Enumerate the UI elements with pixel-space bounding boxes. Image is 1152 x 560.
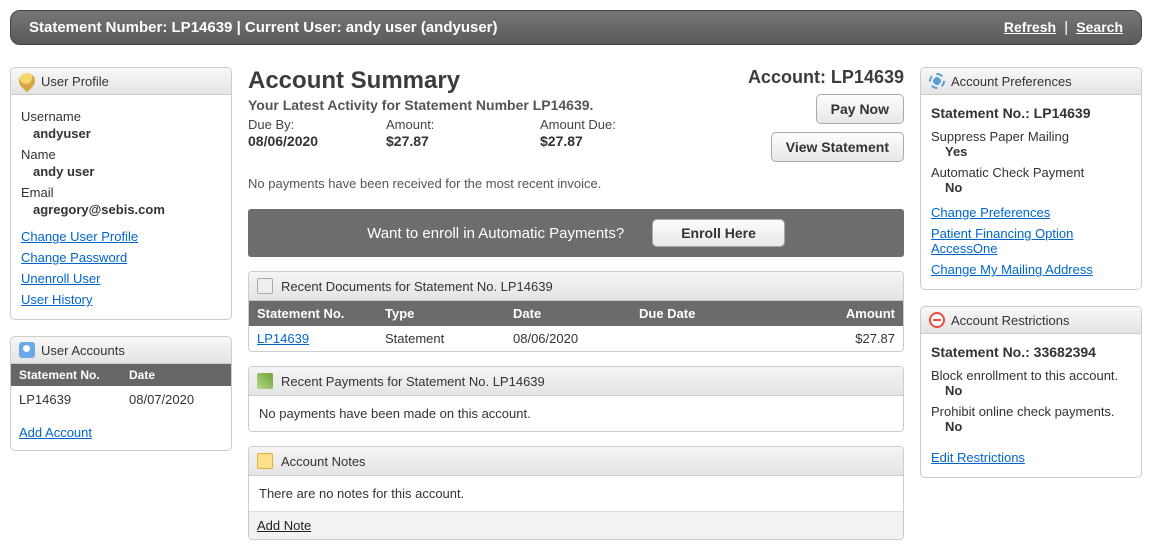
col-date: Date [121,364,231,386]
top-bar-separator: | [1064,19,1068,36]
doc-amount: $27.87 [777,326,903,351]
recent-documents-columns: Statement No. Type Date Due Date Amount [249,301,903,326]
col-statement-no: Statement No. [11,364,121,386]
summary-subtitle: Your Latest Activity for Statement Numbe… [248,97,748,113]
doc-due [631,326,777,351]
recent-payments-panel: Recent Payments for Statement No. LP1463… [248,366,904,432]
no-payments-message: No payments have been received for the m… [248,176,904,191]
patient-financing-link[interactable]: Patient Financing Option AccessOne [931,226,1131,256]
account-preferences-panel: Account Preferences Statement No.: LP146… [920,67,1142,290]
account-restrictions-header: Account Restrictions [921,307,1141,334]
suppress-label: Suppress Paper Mailing [931,129,1131,144]
table-row: LP14639 Statement 08/06/2020 $27.87 [249,326,903,351]
col-stmt-no: Statement No. [249,301,377,326]
pay-now-button[interactable]: Pay Now [816,94,904,124]
top-bar-title: Statement Number: LP14639 | Current User… [29,19,498,36]
recent-documents-panel: Recent Documents for Statement No. LP146… [248,271,904,352]
col-amount: Amount [777,301,903,326]
enroll-bar: Want to enroll in Automatic Payments? En… [248,209,904,257]
amount-value: $27.87 [386,133,540,149]
amount-due-label: Amount Due: [540,117,748,132]
view-statement-button[interactable]: View Statement [771,132,904,162]
money-icon [257,373,273,389]
recent-documents-header: Recent Documents for Statement No. LP146… [249,272,903,301]
col-doc-date: Date [505,301,631,326]
user-profile-panel: User Profile Username andyuser Name andy… [10,67,232,320]
user-history-link[interactable]: User History [21,292,93,307]
prefs-stmt-no: Statement No.: LP14639 [931,105,1131,121]
recent-payments-title: Recent Payments for Statement No. LP1463… [281,374,545,389]
note-icon [257,453,273,469]
account-preferences-header: Account Preferences [921,68,1141,95]
user-accounts-columns: Statement No. Date [11,364,231,386]
prohibit-check-label: Prohibit online check payments. [931,404,1131,419]
change-preferences-link[interactable]: Change Preferences [931,205,1131,220]
add-note-link[interactable]: Add Note [257,518,311,533]
change-mailing-link[interactable]: Change My Mailing Address [931,262,1131,277]
account-restrictions-title: Account Restrictions [951,313,1070,328]
unenroll-user-link[interactable]: Unenroll User [21,271,100,286]
user-profile-header: User Profile [11,68,231,95]
doc-type: Statement [377,326,505,351]
account-notes-panel: Account Notes There are no notes for thi… [248,446,904,540]
account-notes-header: Account Notes [249,447,903,476]
account-label: Account: LP14639 [748,67,904,88]
account-notes-msg: There are no notes for this account. [249,476,903,511]
enroll-here-button[interactable]: Enroll Here [652,219,785,247]
prohibit-check-value: No [945,419,1131,434]
recent-payments-header: Recent Payments for Statement No. LP1463… [249,367,903,396]
suppress-value: Yes [945,144,1131,159]
add-account-link[interactable]: Add Account [19,425,92,440]
email-value: agregory@sebis.com [33,202,221,217]
recent-documents-title: Recent Documents for Statement No. LP146… [281,279,553,294]
document-icon [257,278,273,294]
search-link[interactable]: Search [1076,19,1123,35]
name-value: andy user [33,164,221,179]
user-profile-title: User Profile [41,74,109,89]
refresh-link[interactable]: Refresh [1004,19,1056,35]
user-icon [19,342,35,358]
account-notes-title: Account Notes [281,454,366,469]
user-accounts-header: User Accounts [11,337,231,364]
col-type: Type [377,301,505,326]
row-date: 08/07/2020 [121,386,231,413]
user-accounts-row: LP14639 08/07/2020 [11,386,231,413]
user-accounts-panel: User Accounts Statement No. Date LP14639… [10,336,232,451]
col-due-date: Due Date [631,301,777,326]
email-label: Email [21,185,221,200]
amount-label: Amount: [386,117,540,132]
change-user-profile-link[interactable]: Change User Profile [21,229,138,244]
account-restrictions-panel: Account Restrictions Statement No.: 3368… [920,306,1142,478]
name-label: Name [21,147,221,162]
top-bar-links: Refresh | Search [1004,19,1123,36]
change-password-link[interactable]: Change Password [21,250,127,265]
block-icon [929,312,945,328]
recent-payments-msg: No payments have been made on this accou… [249,396,903,431]
restrictions-stmt-no: Statement No.: 33682394 [931,344,1131,360]
row-statement-no: LP14639 [11,386,121,413]
amount-due-value: $27.87 [540,133,748,149]
user-accounts-title: User Accounts [41,343,125,358]
gear-icon [929,73,945,89]
auto-check-value: No [945,180,1131,195]
due-by-value: 08/06/2020 [248,133,386,149]
edit-restrictions-link[interactable]: Edit Restrictions [931,450,1025,465]
doc-date: 08/06/2020 [505,326,631,351]
username-value: andyuser [33,126,221,141]
account-summary-title: Account Summary [248,67,748,95]
due-by-label: Due By: [248,117,386,132]
block-enroll-label: Block enrollment to this account. [931,368,1131,383]
block-enroll-value: No [945,383,1131,398]
account-preferences-title: Account Preferences [951,74,1072,89]
key-icon [16,70,39,93]
auto-check-label: Automatic Check Payment [931,165,1131,180]
top-bar: Statement Number: LP14639 | Current User… [10,10,1142,45]
username-label: Username [21,109,221,124]
doc-stmt-link[interactable]: LP14639 [257,331,309,346]
enroll-text: Want to enroll in Automatic Payments? [367,225,624,242]
